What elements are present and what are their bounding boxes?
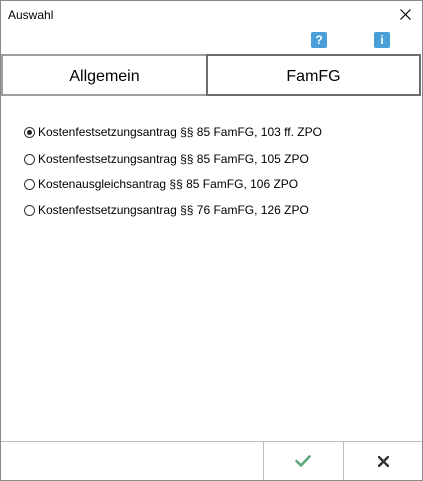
ok-button[interactable] [264, 442, 343, 480]
option-row[interactable]: Kostenfestsetzungsantrag §§ 85 FamFG, 10… [24, 124, 322, 140]
cancel-button[interactable] [344, 442, 422, 480]
dialog-window: Auswahl ? i Allgemein FamFG Kostenfestse… [0, 0, 423, 481]
tab-famfg-label: FamFG [286, 68, 341, 85]
window-title: Auswahl [8, 8, 54, 22]
tab-allgemein-label: Allgemein [69, 68, 140, 85]
radio-button[interactable] [24, 204, 35, 216]
tab-famfg[interactable]: FamFG [206, 54, 421, 96]
option-label: Kostenfestsetzungsantrag §§ 76 FamFG, 12… [38, 203, 309, 217]
title-bar: Auswahl [1, 1, 422, 31]
option-label: Kostenfestsetzungsantrag §§ 85 FamFG, 10… [38, 125, 322, 139]
cross-icon [378, 456, 389, 467]
info-button[interactable]: i [374, 32, 390, 48]
radio-button-selected[interactable] [24, 126, 35, 138]
option-row[interactable]: Kostenfestsetzungsantrag §§ 76 FamFG, 12… [24, 202, 309, 218]
info-icon: i [380, 33, 384, 47]
option-row[interactable]: Kostenausgleichsantrag §§ 85 FamFG, 106 … [24, 176, 298, 192]
option-panel: Kostenfestsetzungsantrag §§ 85 FamFG, 10… [1, 96, 422, 441]
radio-button[interactable] [24, 153, 35, 165]
option-row[interactable]: Kostenfestsetzungsantrag §§ 85 FamFG, 10… [24, 151, 309, 167]
checkmark-icon [295, 455, 311, 467]
option-label: Kostenfestsetzungsantrag §§ 85 FamFG, 10… [38, 152, 309, 166]
close-icon [400, 9, 411, 20]
option-label: Kostenausgleichsantrag §§ 85 FamFG, 106 … [38, 177, 299, 191]
close-button[interactable] [393, 3, 419, 27]
help-button[interactable]: ? [311, 32, 327, 48]
radio-button[interactable] [24, 178, 35, 190]
tab-allgemein[interactable]: Allgemein [1, 54, 207, 96]
help-icon: ? [315, 33, 323, 47]
